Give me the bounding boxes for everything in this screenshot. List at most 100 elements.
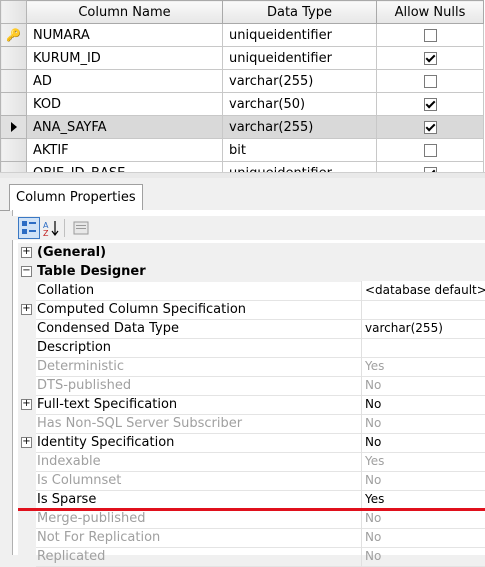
table-row[interactable]: KURUM_ID uniqueidentifier [0, 46, 484, 70]
column-name-cell[interactable]: ANA_SAYFA [26, 115, 223, 139]
tab-column-properties[interactable]: Column Properties [9, 184, 143, 211]
property-row[interactable]: Has Non-SQL Server Subscriber No [18, 414, 485, 434]
property-row[interactable]: Deterministic Yes [18, 357, 485, 377]
property-value[interactable] [361, 338, 485, 358]
data-type-cell[interactable]: uniqueidentifier [222, 23, 377, 47]
table-row[interactable]: ANA_SAYFA varchar(255) [0, 115, 484, 139]
property-row[interactable]: Merge-published No [18, 509, 485, 529]
column-name-cell[interactable]: AKTIF [26, 138, 223, 162]
allow-nulls-checkbox[interactable] [423, 120, 437, 134]
collapse-icon[interactable]: − [21, 266, 32, 277]
expander-gutter [18, 490, 36, 509]
expand-icon[interactable]: + [21, 399, 32, 410]
allow-nulls-cell [376, 46, 484, 70]
property-row[interactable]: Is Sparse Yes [18, 490, 485, 510]
allow-nulls-checkbox[interactable] [423, 51, 437, 65]
property-category[interactable]: − Table Designer [18, 262, 485, 282]
column-name-cell[interactable]: KOD [26, 92, 223, 116]
table-row[interactable]: 🔑 NUMARA uniqueidentifier [0, 23, 484, 47]
property-row[interactable]: Not For Replication No [18, 528, 485, 548]
property-row[interactable]: Collation <database default> [18, 281, 485, 301]
property-value[interactable]: Yes [361, 357, 485, 377]
table-row[interactable]: KOD varchar(50) [0, 92, 484, 116]
property-row[interactable]: + Computed Column Specification [18, 300, 485, 320]
property-pages-icon [73, 221, 89, 235]
property-row[interactable]: Is Columnset No [18, 471, 485, 491]
property-row[interactable]: Replicated No [18, 547, 485, 567]
property-value[interactable]: No [361, 395, 485, 415]
expander-gutter [18, 528, 36, 547]
property-value [361, 243, 485, 262]
alphabetical-button[interactable]: A Z [40, 217, 62, 239]
property-value[interactable]: Yes [361, 452, 485, 472]
data-type-cell[interactable]: uniqueidentifier [222, 46, 377, 70]
row-selector[interactable] [0, 46, 27, 70]
expander-gutter [18, 338, 36, 357]
property-value[interactable]: No [361, 433, 485, 453]
expander-gutter: + [18, 300, 36, 319]
table-row[interactable]: OBJE_ID_BASEuniqueidentifier [0, 161, 484, 172]
column-name-cell[interactable]: NUMARA [26, 23, 223, 47]
expander-gutter: − [18, 262, 36, 281]
property-row[interactable]: + Full-text Specification No [18, 395, 485, 415]
allow-nulls-header[interactable]: Allow Nulls [376, 0, 484, 24]
expand-icon[interactable]: + [21, 437, 32, 448]
property-row[interactable]: Condensed Data Type varchar(255) [18, 319, 485, 339]
allow-nulls-checkbox[interactable] [423, 143, 437, 157]
data-type-cell[interactable]: uniqueidentifier [222, 161, 377, 172]
column-name-header[interactable]: Column Name [26, 0, 223, 24]
property-name: Has Non-SQL Server Subscriber [36, 414, 361, 434]
allow-nulls-checkbox[interactable] [423, 28, 437, 42]
property-value[interactable]: No [361, 528, 485, 548]
row-selector[interactable] [0, 138, 27, 162]
allow-nulls-checkbox[interactable] [423, 74, 437, 88]
data-type-cell[interactable]: varchar(50) [222, 92, 377, 116]
column-name-cell[interactable]: AD [26, 69, 223, 93]
row-selector[interactable]: 🔑 [0, 23, 27, 47]
data-type-header[interactable]: Data Type [222, 0, 377, 24]
row-selector[interactable] [0, 69, 27, 93]
grid-header-row: Column Name Data Type Allow Nulls [0, 0, 484, 24]
property-value[interactable]: <database default> [361, 281, 485, 301]
property-value[interactable]: No [361, 509, 485, 529]
property-name: Replicated [36, 547, 361, 567]
expander-gutter [18, 376, 36, 395]
property-value[interactable]: varchar(255) [361, 319, 485, 339]
property-row[interactable]: DTS-published No [18, 376, 485, 396]
property-value[interactable]: No [361, 471, 485, 491]
tab-strip: Column Properties [0, 178, 485, 211]
properties-toolbar: A Z [12, 216, 485, 240]
allow-nulls-checkbox[interactable] [423, 97, 437, 111]
row-selector[interactable] [0, 161, 27, 172]
table-row[interactable]: AKTIF bit [0, 138, 484, 162]
column-name-cell[interactable]: KURUM_ID [26, 46, 223, 70]
row-selector[interactable] [0, 92, 27, 116]
data-type-cell[interactable]: bit [222, 138, 377, 162]
table-row[interactable]: AD varchar(255) [0, 69, 484, 93]
allow-nulls-cell [376, 115, 484, 139]
column-name-cell[interactable]: OBJE_ID_BASE [26, 161, 223, 172]
svg-text:Z: Z [43, 229, 49, 236]
row-selector[interactable] [0, 115, 27, 139]
property-category[interactable]: + (General) [18, 243, 485, 263]
property-pages-button[interactable] [70, 217, 92, 239]
property-value[interactable]: Yes [361, 490, 485, 510]
categorized-button[interactable] [18, 217, 40, 239]
property-grid: + (General) − Table Designer Collation <datab… [18, 243, 485, 567]
allow-nulls-cell [376, 23, 484, 47]
data-type-cell[interactable]: varchar(255) [222, 115, 377, 139]
property-value[interactable]: No [361, 376, 485, 396]
property-name: Deterministic [36, 357, 361, 377]
data-type-cell[interactable]: varchar(255) [222, 69, 377, 93]
expand-icon[interactable]: + [21, 304, 32, 315]
property-row[interactable]: Description [18, 338, 485, 358]
property-row[interactable]: Indexable Yes [18, 452, 485, 472]
property-value[interactable] [361, 300, 485, 320]
property-name: Indexable [36, 452, 361, 472]
property-value[interactable]: No [361, 547, 485, 567]
property-name: Table Designer [36, 262, 361, 282]
property-value[interactable]: No [361, 414, 485, 434]
property-row[interactable]: + Identity Specification No [18, 433, 485, 453]
current-row-arrow-icon [10, 122, 17, 132]
expand-icon[interactable]: + [21, 247, 32, 258]
